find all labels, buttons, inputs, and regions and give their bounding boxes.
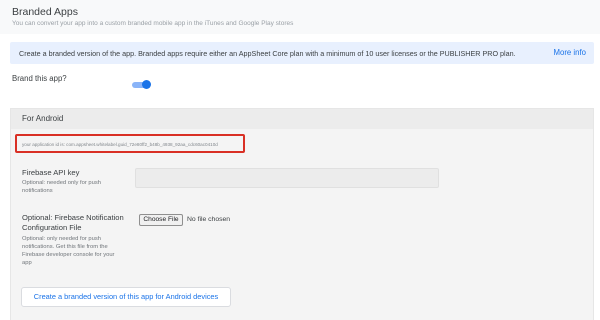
plan-info-banner: Create a branded version of the app. Bra… — [10, 42, 594, 64]
firebase-config-label-line2: Configuration File — [22, 223, 82, 232]
file-status-text: No file chosen — [187, 216, 231, 223]
page-header: Branded Apps You can convert your app in… — [0, 0, 600, 34]
android-section-title: For Android — [22, 114, 64, 123]
application-id-box: your application id is: com.appsheet.whi… — [15, 134, 245, 153]
firebase-api-key-input[interactable] — [135, 168, 439, 188]
brand-app-toggle[interactable] — [132, 80, 151, 89]
android-section-header: For Android — [11, 109, 593, 129]
page-title: Branded Apps — [12, 6, 78, 18]
firebase-api-key-help: Optional: needed only for push notificat… — [22, 180, 101, 194]
create-android-app-button[interactable]: Create a branded version of this app for… — [21, 287, 231, 307]
brand-app-label: Brand this app? — [12, 74, 67, 83]
banner-text: Create a branded version of the app. Bra… — [19, 49, 516, 58]
toggle-knob — [142, 80, 151, 89]
android-section: For Android your application id is: com.… — [10, 108, 594, 320]
application-id-text: your application id is: com.appsheet.whi… — [22, 142, 218, 147]
firebase-config-label-line1: Optional: Firebase Notification — [22, 213, 124, 222]
firebase-api-key-label: Firebase API key — [22, 168, 80, 177]
page-subtitle: You can convert your app into a custom b… — [12, 20, 294, 27]
firebase-config-help: Optional: only needed for push notificat… — [22, 236, 115, 266]
choose-file-button[interactable]: Choose File — [139, 214, 183, 226]
more-info-link[interactable]: More info — [553, 48, 586, 57]
